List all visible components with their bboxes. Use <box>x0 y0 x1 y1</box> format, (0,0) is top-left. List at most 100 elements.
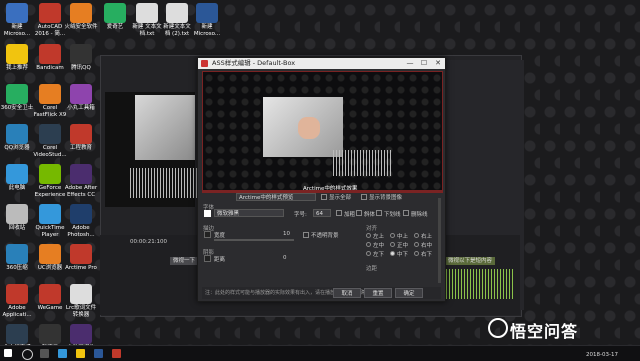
underline-label: 下划线 <box>384 212 401 218</box>
style-preview: Arctime中的样式效果 <box>202 71 443 193</box>
app-icon <box>70 324 92 344</box>
desktop-icon[interactable]: Adobe Photosh... <box>64 204 98 239</box>
desktop-icon[interactable]: QQ浏览器 <box>0 124 34 152</box>
border-width-slider[interactable] <box>214 239 294 241</box>
align-radio[interactable] <box>390 242 395 247</box>
align-radio[interactable] <box>414 242 419 247</box>
show-bg-checkbox[interactable] <box>361 194 367 200</box>
border-width-value: 10 <box>283 231 290 237</box>
desktop-icon[interactable]: 360压缩 <box>0 244 34 272</box>
desktop-icon-label: 新建 Microso... <box>193 24 221 37</box>
align-option-label: 右上 <box>421 234 433 240</box>
italic-label: 斜体 <box>364 212 376 218</box>
desktop-icon-label: WeGame <box>37 305 63 311</box>
align-radio[interactable] <box>414 251 419 256</box>
maximize-icon[interactable]: ☐ <box>417 58 431 69</box>
desktop-icon[interactable]: Bandicam <box>33 44 67 72</box>
search-icon[interactable] <box>22 349 33 360</box>
dialog-titlebar[interactable]: ASS样式编辑 - Default-Box — ☐ ✕ <box>198 58 445 69</box>
desktop-icon[interactable]: 爱奇艺 <box>98 3 132 31</box>
desktop-icon[interactable]: 360安全卫士 <box>0 84 34 112</box>
reset-button[interactable]: 重置 <box>364 288 392 298</box>
desktop-icon[interactable]: Arctime Pro <box>64 244 98 272</box>
desktop-icon[interactable]: Lrc歌词文件转换器 <box>64 284 98 319</box>
align-option-label: 右中 <box>421 243 433 249</box>
desktop-icon[interactable]: 新建 文本文档.txt <box>130 3 164 38</box>
desktop-icon[interactable]: 回收站 <box>0 204 34 232</box>
desktop-icon[interactable]: 新建 Microso... <box>190 3 224 38</box>
word-icon[interactable] <box>94 349 103 358</box>
desktop-icon[interactable]: 新建 Microso... <box>0 3 34 38</box>
ok-button[interactable]: 确定 <box>395 288 423 298</box>
desktop-icon[interactable]: Corel FastFlick X9 <box>33 84 67 119</box>
taskbar: 2018-03-17 <box>0 345 640 361</box>
dialog-title: ASS样式编辑 - Default-Box <box>212 59 296 67</box>
border-color-swatch[interactable] <box>204 231 211 238</box>
video-preview <box>135 95 195 160</box>
app-icon <box>70 44 92 64</box>
desktop-icon[interactable]: 工程教育 <box>64 124 98 152</box>
shadow-color-swatch[interactable] <box>204 255 211 262</box>
desktop-icon[interactable]: QuickTime Player <box>33 204 67 239</box>
desktop-icon-label: Lrc歌词文件转换器 <box>65 305 97 318</box>
bold-checkbox[interactable] <box>336 210 342 216</box>
strike-label: 删除线 <box>411 212 428 218</box>
align-radio[interactable] <box>390 233 395 238</box>
align-option-label: 正中 <box>397 243 409 249</box>
style-name-input[interactable]: Arctime中的样式预览 <box>236 193 316 201</box>
desktop-icon[interactable]: 小丸工具箱 <box>64 84 98 112</box>
start-icon[interactable] <box>4 349 12 357</box>
subtitle-chip[interactable]: 微视一下 <box>170 257 199 265</box>
app-icon <box>6 204 28 224</box>
subtitle-chip[interactable]: 微视以下是短内容 <box>445 257 496 265</box>
desktop-icon[interactable]: UC浏览器 <box>33 244 67 272</box>
align-radio[interactable] <box>414 233 419 238</box>
align-radio[interactable] <box>366 251 371 256</box>
desktop-icon[interactable]: 腾讯QQ <box>64 44 98 72</box>
align-radio[interactable] <box>366 233 371 238</box>
app-icon <box>166 3 188 23</box>
desktop-icon[interactable]: Adobe Applicati... <box>0 284 34 319</box>
italic-checkbox[interactable] <box>356 210 362 216</box>
show-all-label: 显示全部 <box>329 195 352 201</box>
desktop-icon-label: UC浏览器 <box>37 265 63 271</box>
desktop-icon[interactable]: 新建文本文 档 (2).txt <box>160 3 194 38</box>
folder-icon[interactable] <box>76 349 85 358</box>
align-option-label: 左上 <box>373 234 385 240</box>
desktop-icon[interactable]: 火绒安全软件 <box>64 3 98 31</box>
desktop-icon-label: GeForce Experience <box>34 185 66 198</box>
desktop-icon[interactable]: Corel VideoStud... <box>33 124 67 159</box>
watermark: 悟空问答 <box>510 322 579 341</box>
desktop-icon[interactable]: Adobe After Effects CC <box>64 164 98 199</box>
desktop-icon[interactable]: WeGame <box>33 284 67 312</box>
align-option-label: 中下 <box>397 252 409 258</box>
cancel-button[interactable]: 取消 <box>333 288 361 298</box>
strike-checkbox[interactable] <box>403 210 409 216</box>
edge-icon[interactable] <box>58 349 67 358</box>
align-radio[interactable] <box>390 251 395 256</box>
desktop-icon[interactable]: AutoCAD 2016 - 简... <box>33 3 67 38</box>
font-name-select[interactable]: 微软雅黑 <box>214 209 284 217</box>
app-icon <box>39 284 61 304</box>
arctime-icon[interactable] <box>112 349 121 358</box>
font-size-label: 字号: <box>294 212 307 218</box>
task-view-icon[interactable] <box>40 349 49 358</box>
desktop-icon[interactable]: GeForce Experience <box>33 164 67 199</box>
app-icon <box>6 124 28 144</box>
align-radio[interactable] <box>366 242 371 247</box>
show-all-checkbox[interactable] <box>321 194 327 200</box>
app-icon <box>39 44 61 64</box>
opaque-box-checkbox[interactable] <box>303 232 309 238</box>
scrollbar[interactable] <box>438 198 441 283</box>
border-width-label: 宽度 <box>214 233 226 239</box>
font-color-swatch[interactable] <box>204 210 211 217</box>
minimize-icon[interactable]: — <box>403 58 417 69</box>
align-option-label: 中上 <box>397 234 409 240</box>
close-icon[interactable]: ✕ <box>431 58 445 69</box>
desktop-icon-label: 腾讯QQ <box>71 65 91 71</box>
desktop-icon[interactable]: 我上推荐 <box>0 44 34 72</box>
desktop-icon[interactable]: 此电脑 <box>0 164 34 192</box>
app-icon <box>6 324 28 344</box>
underline-checkbox[interactable] <box>376 210 382 216</box>
font-size-input[interactable]: 64 <box>313 209 331 217</box>
